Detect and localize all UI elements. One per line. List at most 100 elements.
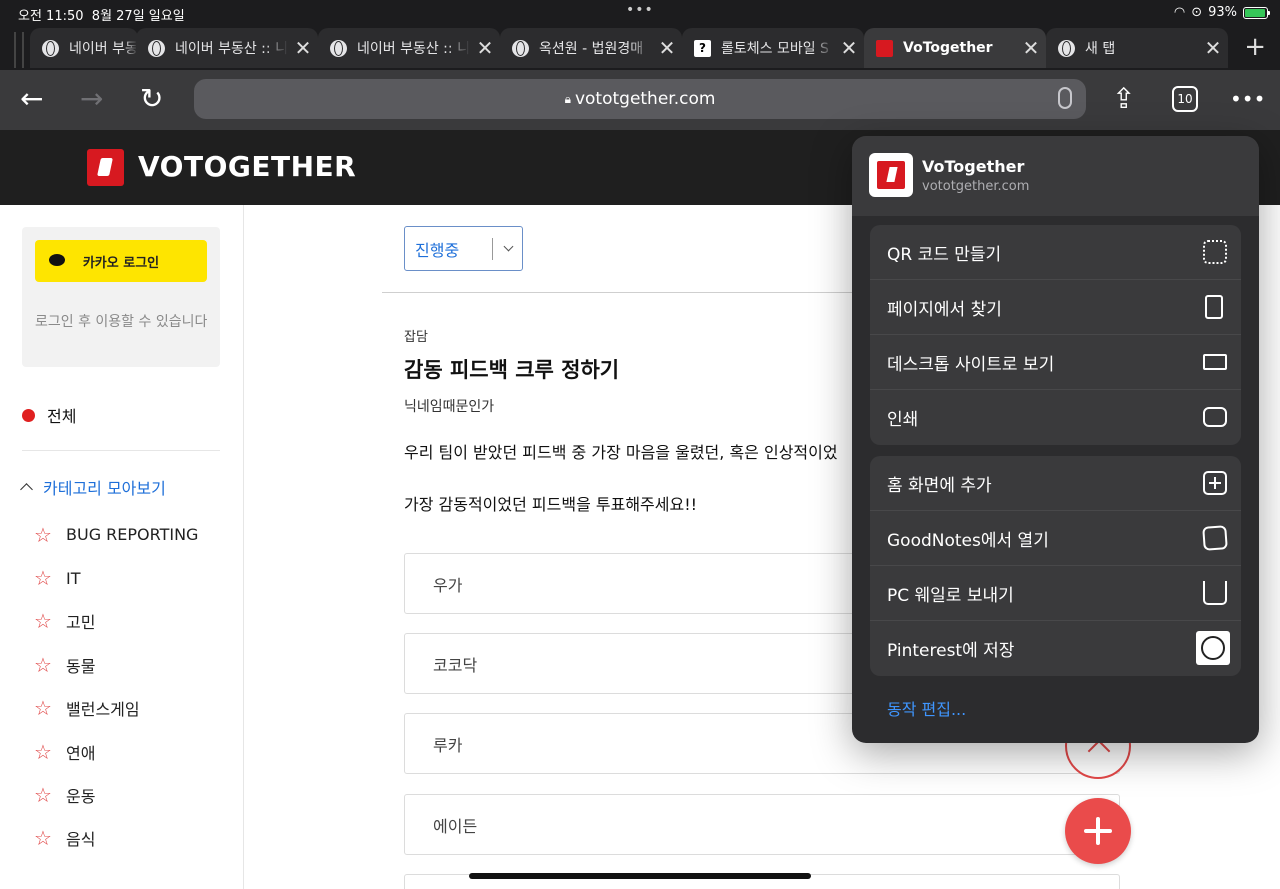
category-all-label: 전체 xyxy=(47,407,77,426)
pinterest-icon xyxy=(1196,631,1230,665)
close-tab-icon[interactable]: ✕ xyxy=(652,36,682,60)
category-item[interactable]: ☆ 운동 xyxy=(34,773,198,816)
browser-toolbar: ← → ↻ 🔒︎ vototgether.com ⇪ ••• xyxy=(0,70,1280,130)
home-indicator[interactable] xyxy=(469,873,811,879)
tab-3[interactable]: 옥션원 - 법원경매 ✕ xyxy=(500,28,682,68)
printer-icon xyxy=(1203,407,1227,427)
share-actions-group-1: QR 코드 만들기 페이지에서 찾기 데스크톱 사이트로 보기 인쇄 xyxy=(870,225,1241,445)
forward-button[interactable]: → xyxy=(80,82,103,116)
category-all[interactable]: 전체 xyxy=(22,403,76,427)
status-time: 오전 11:50 8월 27일 일요일 xyxy=(18,9,185,24)
star-icon[interactable]: ☆ xyxy=(34,653,52,677)
close-tab-icon[interactable]: ✕ xyxy=(470,36,500,60)
close-tab-icon[interactable]: ✕ xyxy=(834,36,864,60)
tab-title: 네이버 부동산 :: 니 xyxy=(175,41,288,57)
tab-title: 네이버 부동산 :: 니 xyxy=(357,41,470,57)
login-note: 로그인 후 이용할 수 있습니다 xyxy=(35,314,208,330)
globe-icon xyxy=(330,39,347,57)
kakao-login-label: 카카오 로그인 xyxy=(82,255,160,271)
close-tab-icon[interactable]: ✕ xyxy=(288,36,318,60)
tab-1[interactable]: 네이버 부동산 :: 니 ✕ xyxy=(136,28,318,68)
question-icon: ? xyxy=(694,39,711,57)
category-item[interactable]: ☆ BUG REPORTING xyxy=(34,513,198,556)
post-title: 감동 피드백 크루 정하기 xyxy=(404,358,620,382)
send-device-icon xyxy=(1203,581,1227,605)
kakao-bubble-icon xyxy=(49,254,65,266)
print-action[interactable]: 인쇄 xyxy=(870,390,1241,445)
tab-4[interactable]: ? 롤토체스 모바일 S ✕ xyxy=(682,28,864,68)
post-body-line: 가장 감동적이었던 피드백을 투표해주세요!! xyxy=(404,495,698,514)
share-actions-group-2: 홈 화면에 추가 GoodNotes에서 열기 PC 웨일로 보내기 Pinte… xyxy=(870,456,1241,676)
star-icon[interactable]: ☆ xyxy=(34,566,52,590)
plus-square-icon xyxy=(1203,471,1227,495)
category-header-label: 카테고리 모아보기 xyxy=(43,479,166,498)
globe-icon xyxy=(42,39,59,57)
reload-button[interactable]: ↻ xyxy=(140,82,163,116)
tab-title: VoTogether xyxy=(903,40,993,56)
desktop-site-action[interactable]: 데스크톱 사이트로 보기 xyxy=(870,335,1241,390)
category-item[interactable]: ☆ 밸런스게임 xyxy=(34,687,198,730)
chevron-up-icon xyxy=(20,482,33,496)
close-tab-icon[interactable]: ✕ xyxy=(1198,36,1228,60)
find-doc-icon xyxy=(1205,295,1223,319)
category-item[interactable]: ☆ IT xyxy=(34,556,198,599)
microphone-icon[interactable] xyxy=(1058,87,1072,109)
sidebar: 카카오 로그인 로그인 후 이용할 수 있습니다 전체 카테고리 모아보기 ☆ B… xyxy=(0,205,244,889)
post-author[interactable]: 닉네임때문인가 xyxy=(404,396,494,416)
status-filter-value: 진행중 xyxy=(415,240,460,260)
category-item[interactable]: ☆ 음식 xyxy=(34,817,198,860)
star-icon[interactable]: ☆ xyxy=(34,826,52,850)
vote-option[interactable]: 에이든 xyxy=(404,794,1120,855)
qr-code-icon xyxy=(1203,240,1227,264)
star-icon[interactable]: ☆ xyxy=(34,740,52,764)
votogether-favicon xyxy=(876,39,893,57)
status-right: ◠ ⊙ 93% xyxy=(1173,5,1270,20)
more-button[interactable]: ••• xyxy=(1230,82,1265,116)
qr-code-action[interactable]: QR 코드 만들기 xyxy=(870,225,1241,280)
star-icon[interactable]: ☆ xyxy=(34,696,52,720)
site-logo-text[interactable]: VOTOGETHER xyxy=(138,150,356,183)
url-text: vototgether.com xyxy=(574,89,716,109)
tab-5-active[interactable]: VoTogether ✕ xyxy=(864,28,1046,68)
dot-icon xyxy=(22,408,35,422)
back-button[interactable]: ← xyxy=(20,82,43,116)
tab-overview-button[interactable]: 10 xyxy=(1172,86,1198,112)
status-filter-select[interactable]: 진행중 xyxy=(404,226,523,271)
votogether-logo-icon[interactable] xyxy=(87,149,124,186)
wifi-icon: ◠ xyxy=(1173,5,1186,20)
share-button[interactable]: ⇪ xyxy=(1112,82,1135,116)
edit-actions-link[interactable]: 동작 편집... xyxy=(887,696,966,720)
category-item[interactable]: ☆ 고민 xyxy=(34,600,198,643)
share-site-title: VoTogether xyxy=(922,157,1025,176)
kakao-login-button[interactable]: 카카오 로그인 xyxy=(35,240,207,282)
tab-6[interactable]: 새 탭 ✕ xyxy=(1046,28,1228,68)
post-body-line: 우리 팀이 받았던 피드백 중 가장 마음을 울렸던, 혹은 인상적이었 xyxy=(404,443,838,462)
tab-2[interactable]: 네이버 부동산 :: 니 ✕ xyxy=(318,28,500,68)
add-to-home-action[interactable]: 홈 화면에 추가 xyxy=(870,456,1241,511)
goodnotes-icon xyxy=(1202,525,1228,551)
star-icon[interactable]: ☆ xyxy=(34,609,52,633)
tab-title: 롤토체스 모바일 S xyxy=(721,41,829,57)
tab-title: 옥션원 - 법원경매 xyxy=(539,41,644,57)
site-icon xyxy=(869,153,913,197)
share-sheet: VoTogether vototgether.com QR 코드 만들기 페이지… xyxy=(852,136,1259,743)
close-tab-icon[interactable]: ✕ xyxy=(1016,36,1046,60)
category-toggle[interactable]: 카테고리 모아보기 xyxy=(20,475,166,499)
star-icon[interactable]: ☆ xyxy=(34,523,52,547)
login-card: 카카오 로그인 로그인 후 이용할 수 있습니다 xyxy=(22,227,220,367)
status-bar: 오전 11:50 8월 27일 일요일 ••• ◠ ⊙ 93% xyxy=(0,0,1280,26)
add-post-button[interactable] xyxy=(1065,798,1131,864)
tab-0[interactable]: 네이버 부동 xyxy=(30,28,138,68)
category-item[interactable]: ☆ 연애 xyxy=(34,730,198,773)
pinterest-action[interactable]: Pinterest에 저장 xyxy=(870,621,1241,676)
globe-icon xyxy=(512,39,529,57)
multitasking-dots[interactable]: ••• xyxy=(626,2,654,18)
find-on-page-action[interactable]: 페이지에서 찾기 xyxy=(870,280,1241,335)
address-bar[interactable]: 🔒︎ vototgether.com xyxy=(194,79,1086,119)
new-tab-button[interactable]: + xyxy=(1244,32,1266,62)
send-to-whale-action[interactable]: PC 웨일로 보내기 xyxy=(870,566,1241,621)
goodnotes-action[interactable]: GoodNotes에서 열기 xyxy=(870,511,1241,566)
category-item[interactable]: ☆ 동물 xyxy=(34,643,198,686)
sidebar-divider xyxy=(22,450,220,451)
star-icon[interactable]: ☆ xyxy=(34,783,52,807)
